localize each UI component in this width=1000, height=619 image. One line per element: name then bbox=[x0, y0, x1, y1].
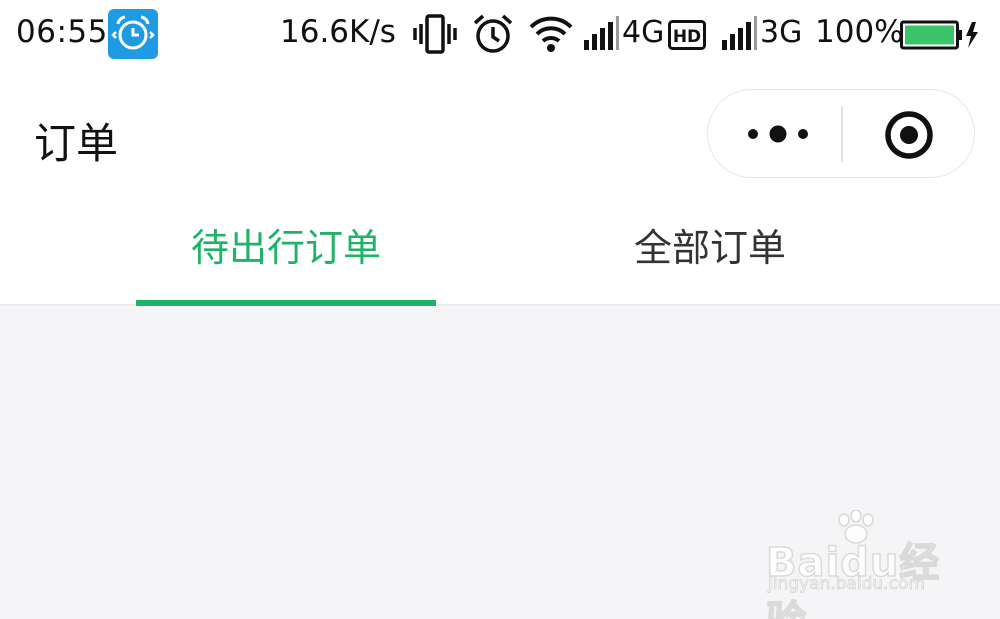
miniprogram-capsule bbox=[707, 89, 975, 178]
alarm-clock-app-icon bbox=[108, 9, 158, 59]
navigation-bar: 订单 bbox=[0, 72, 1000, 200]
hd-badge-icon: HD bbox=[668, 20, 706, 54]
baidu-jingyan-watermark: Baidu经验 jingyan.baidu.com bbox=[760, 510, 950, 619]
signal-strength-icon bbox=[582, 12, 622, 60]
status-bar: 06:55 16.6K/s 4G HD 3G 100% bbox=[0, 0, 1000, 72]
tab-all-orders[interactable]: 全部订单 bbox=[510, 200, 910, 304]
more-dots-icon[interactable] bbox=[744, 118, 814, 150]
vibrate-icon bbox=[413, 12, 457, 60]
capsule-divider bbox=[841, 106, 843, 162]
network-speed: 16.6K/s bbox=[280, 14, 396, 50]
svg-text:HD: HD bbox=[673, 27, 701, 47]
order-tabs: 待出行订单 全部订单 bbox=[0, 200, 1000, 306]
wifi-icon bbox=[528, 12, 574, 60]
network-type-4g: 4G bbox=[622, 15, 665, 50]
page-title: 订单 bbox=[34, 119, 119, 168]
battery-charging-icon bbox=[900, 18, 982, 56]
watermark-url: jingyan.baidu.com bbox=[768, 574, 926, 595]
battery-percent: 100% bbox=[815, 14, 904, 50]
wechat-miniprogram-screen: 06:55 16.6K/s 4G HD 3G 100% 订单 待出行订单 全部订… bbox=[0, 0, 1000, 619]
alarm-icon bbox=[471, 12, 515, 60]
signal-strength-icon-2 bbox=[720, 12, 760, 60]
target-close-icon[interactable] bbox=[884, 110, 934, 160]
status-time: 06:55 bbox=[16, 14, 108, 50]
network-type-3g: 3G bbox=[760, 15, 803, 50]
tab-pending-orders[interactable]: 待出行订单 bbox=[86, 200, 486, 304]
